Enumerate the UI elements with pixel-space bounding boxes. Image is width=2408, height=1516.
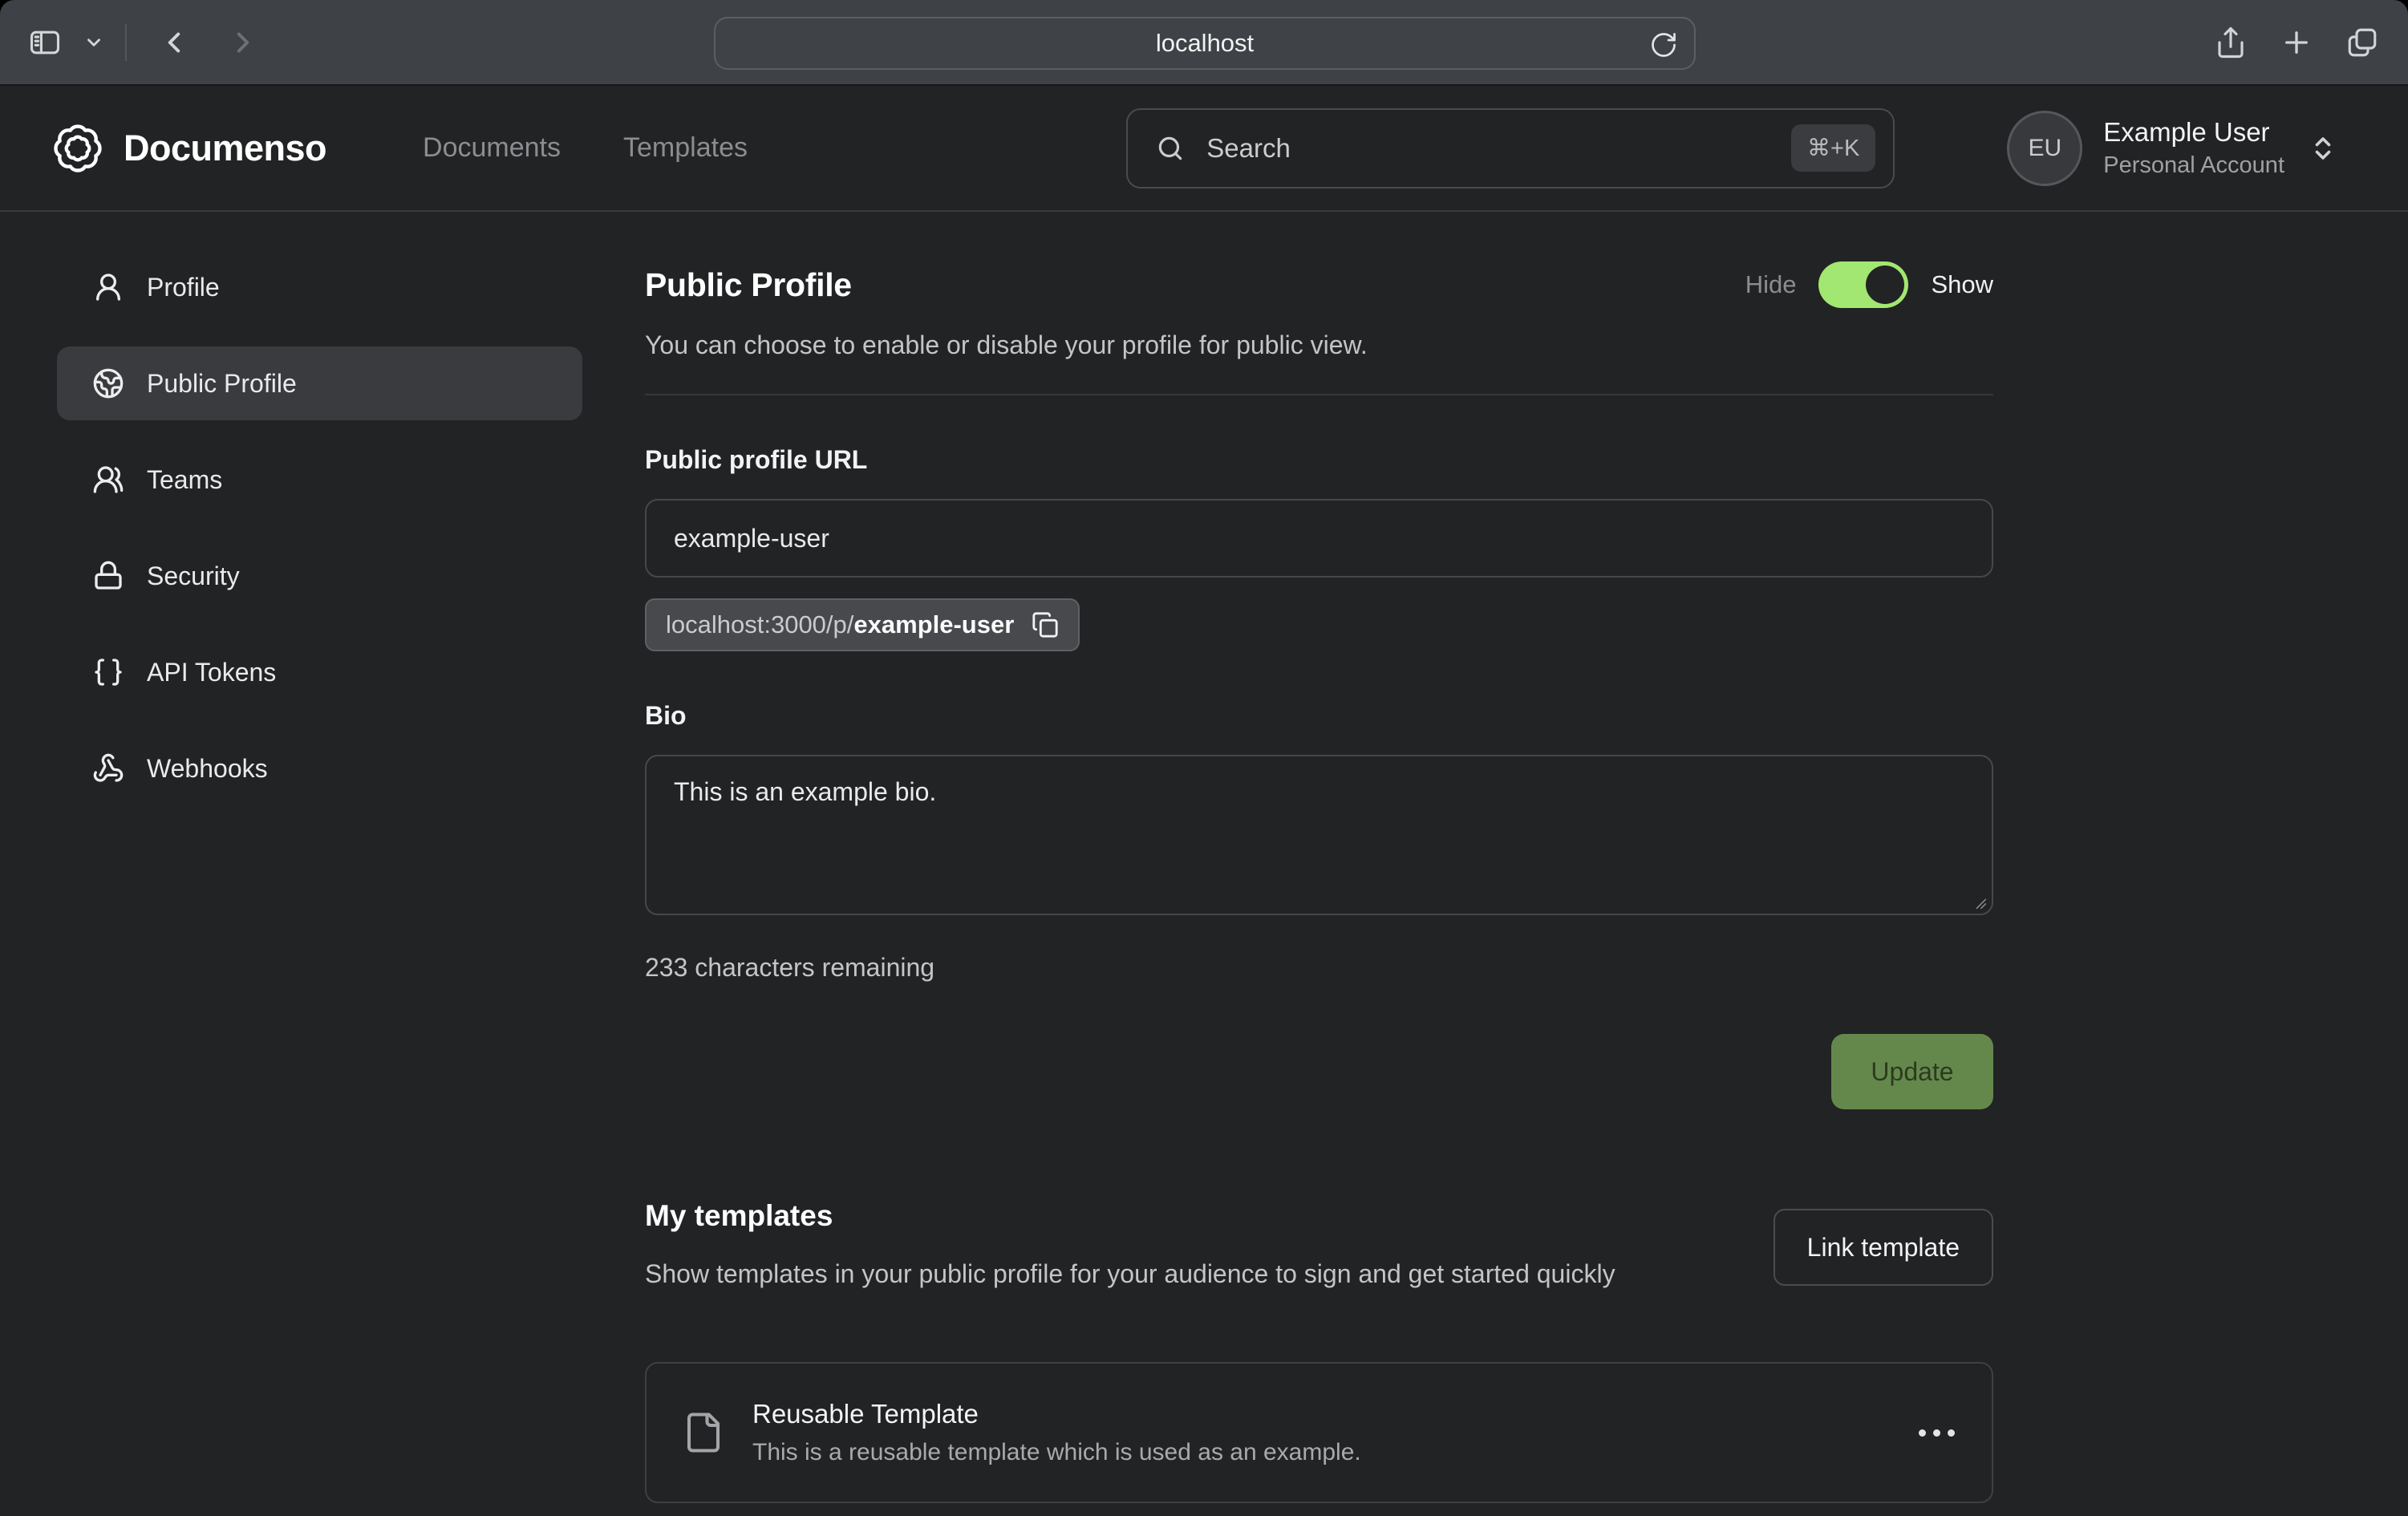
lock-icon [92,560,124,592]
public-profile-url-input[interactable] [645,499,1993,578]
url-field-label: Public profile URL [645,445,1993,475]
braces-icon [92,656,124,688]
avatar-initials: EU [2028,135,2061,162]
brand-name: Documenso [124,128,326,169]
avatar: EU [2007,111,2082,186]
toggle-show-label: Show [1931,270,1993,299]
profile-visibility-toggle-group: Hide Show [1745,261,1993,308]
sidebar-toggle-icon[interactable] [27,25,63,60]
bio-field-label: Bio [645,701,1993,731]
settings-sidebar: Profile Public Profile Teams Security [57,250,582,1503]
address-bar[interactable]: localhost [714,17,1696,70]
copy-icon[interactable] [1032,611,1059,638]
brand[interactable]: Documenso [51,122,326,175]
sidebar-item-label: Webhooks [147,754,268,784]
template-description: This is a reusable template which is use… [752,1439,1361,1466]
user-text: Example User Personal Account [2103,117,2284,179]
file-icon [682,1408,725,1457]
update-button[interactable]: Update [1831,1034,1993,1109]
characters-remaining: 233 characters remaining [645,953,1993,983]
sidebar-item-teams[interactable]: Teams [57,443,582,517]
sidebar-item-label: Teams [147,465,222,495]
sidebar-item-security[interactable]: Security [57,539,582,613]
public-profile-settings: Public Profile Hide Show You can choose … [645,261,1993,1503]
webhook-icon [92,752,124,784]
sidebar-item-label: API Tokens [147,658,276,687]
user-icon [92,271,124,303]
bio-textarea[interactable]: This is an example bio. [645,755,1993,915]
documenso-logo-icon [51,122,104,175]
user-menu[interactable]: EU Example User Personal Account [2007,111,2337,186]
user-name: Example User [2103,117,2284,148]
url-preview-base: localhost:3000/p/ [666,610,853,638]
my-templates-description: Show templates in your public profile fo… [645,1254,1615,1295]
address-bar-url: localhost [1156,29,1254,58]
app-header: Documenso Documents Templates Search ⌘+K… [0,86,2408,212]
sidebar-item-label: Public Profile [147,369,297,399]
search-placeholder: Search [1206,133,1291,164]
my-templates-title: My templates [645,1199,1615,1233]
section-divider [645,394,1993,395]
nav-documents[interactable]: Documents [423,132,561,164]
browser-toolbar: localhost [0,0,2408,86]
earth-icon [92,367,124,399]
page-title: Public Profile [645,266,852,304]
back-icon[interactable] [157,26,191,59]
search-shortcut-badge: ⌘+K [1791,124,1875,172]
sidebar-item-webhooks[interactable]: Webhooks [57,732,582,805]
link-template-button[interactable]: Link template [1774,1209,1993,1286]
main-nav: Documents Templates [423,132,748,164]
user-account-type: Personal Account [2103,152,2284,179]
url-preview-slug: example-user [853,610,1014,638]
sidebar-item-profile[interactable]: Profile [57,250,582,324]
switch-knob [1866,266,1904,304]
search-input[interactable]: Search ⌘+K [1126,108,1895,188]
users-icon [92,464,124,496]
url-preview-pill: localhost:3000/p/example-user [645,598,1080,651]
chevrons-up-down-icon [2309,134,2337,163]
forward-icon[interactable] [226,26,260,59]
search-icon [1155,133,1186,164]
nav-templates[interactable]: Templates [623,132,748,164]
browser-window: localhost [0,0,2408,1516]
sidebar-item-label: Security [147,561,240,591]
sidebar-item-api-tokens[interactable]: API Tokens [57,635,582,709]
template-card: Reusable Template This is a reusable tem… [645,1362,1993,1503]
sidebar-item-public-profile[interactable]: Public Profile [57,347,582,420]
toolbar-chevron-down-icon[interactable] [83,32,104,53]
profile-visibility-switch[interactable] [1818,261,1908,308]
sidebar-item-label: Profile [147,273,220,302]
more-options-icon[interactable] [1919,1429,1955,1437]
toggle-hide-label: Hide [1745,270,1797,299]
template-title: Reusable Template [752,1399,1361,1429]
resize-grip-icon[interactable] [1971,894,1988,911]
share-icon[interactable] [2214,26,2248,59]
new-tab-icon[interactable] [2280,26,2313,59]
toolbar-divider [125,24,127,61]
page-description: You can choose to enable or disable your… [645,330,1993,360]
reload-icon[interactable] [1649,30,1678,59]
tabs-overview-icon[interactable] [2345,26,2379,59]
